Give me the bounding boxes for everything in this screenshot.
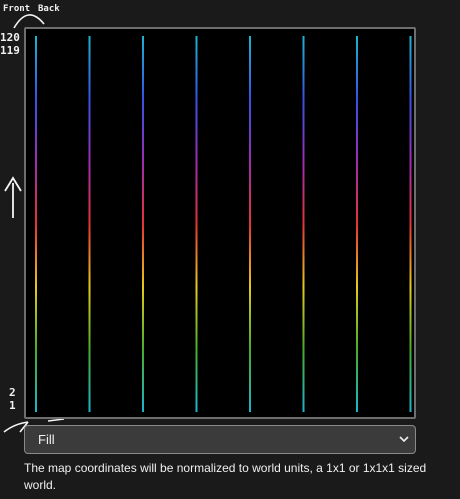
- chevron-down-icon: [399, 436, 409, 443]
- top-front-number-1: 120: [0, 31, 20, 44]
- led-strip-5: [249, 36, 251, 412]
- fill-mode-select[interactable]: Fill: [24, 425, 416, 454]
- led-strips: [35, 36, 412, 412]
- led-strip-1: [35, 36, 37, 412]
- led-strip-4: [195, 36, 198, 412]
- bottom-front-number-2: 1: [9, 399, 16, 412]
- top-front-number-2: 119: [0, 44, 20, 57]
- description-text: The map coordinates will be normalized t…: [24, 461, 427, 492]
- back-label: Back: [38, 4, 60, 14]
- led-strip-2: [88, 36, 91, 412]
- bottom-front-number-1: 2: [9, 386, 16, 399]
- up-arrow-icon: [4, 176, 22, 218]
- led-strip-7: [356, 36, 358, 412]
- led-strip-3: [142, 36, 144, 412]
- front-label: Front: [3, 4, 31, 14]
- led-visualization-canvas[interactable]: [24, 27, 416, 419]
- led-strip-6: [302, 36, 305, 412]
- led-strip-8: [409, 36, 412, 412]
- fill-mode-value: Fill: [38, 432, 55, 447]
